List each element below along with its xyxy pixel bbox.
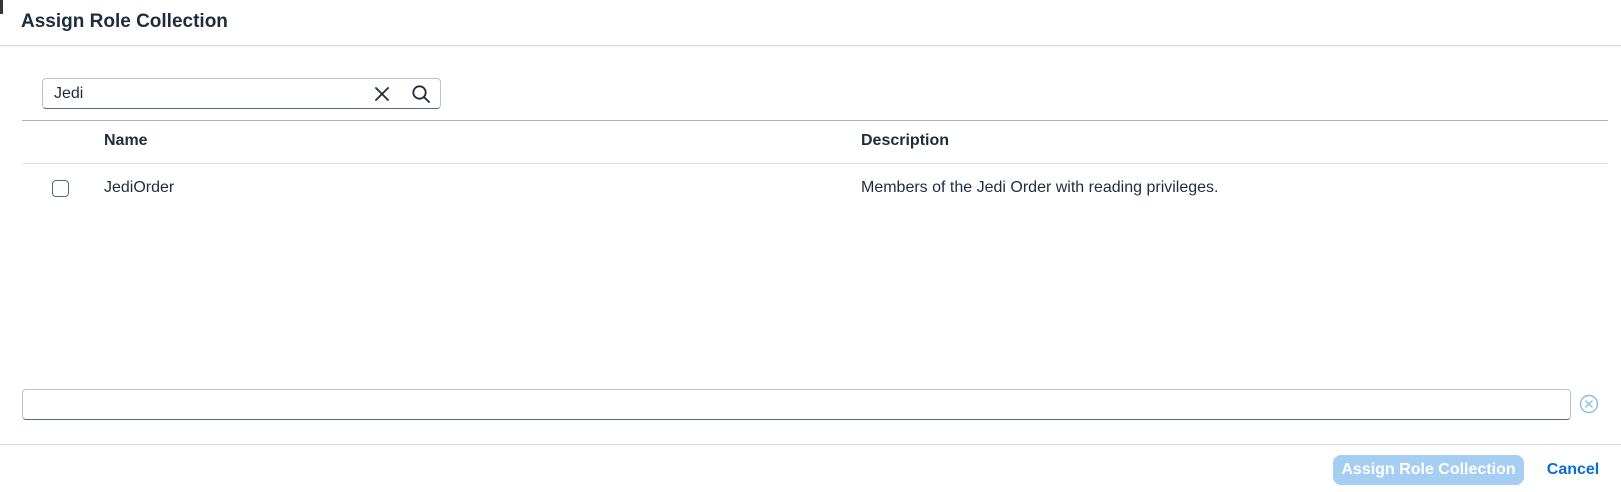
dialog-header: Assign Role Collection bbox=[0, 0, 1621, 46]
selected-tokens-field[interactable] bbox=[22, 389, 1571, 420]
dialog-title: Assign Role Collection bbox=[21, 11, 228, 32]
table-top-divider bbox=[22, 120, 1608, 121]
assign-role-collection-button[interactable]: Assign Role Collection bbox=[1333, 455, 1524, 485]
search-input[interactable] bbox=[54, 82, 354, 105]
table-row[interactable]: JediOrder Members of the Jedi Order with… bbox=[22, 164, 1608, 214]
column-header-description[interactable]: Description bbox=[861, 132, 949, 150]
dialog-footer: Assign Role Collection Cancel bbox=[0, 444, 1621, 492]
search-field[interactable] bbox=[42, 78, 441, 109]
column-header-name[interactable]: Name bbox=[104, 132, 148, 150]
role-collection-name: JediOrder bbox=[104, 179, 175, 196]
role-collection-description: Members of the Jedi Order with reading p… bbox=[861, 179, 1219, 196]
selected-tokens-input[interactable] bbox=[31, 394, 1551, 415]
cancel-button[interactable]: Cancel bbox=[1538, 455, 1608, 485]
search-icon[interactable] bbox=[409, 82, 433, 106]
assign-role-collection-dialog: Assign Role Collection Name Description … bbox=[0, 0, 1621, 492]
close-icon[interactable] bbox=[370, 82, 394, 106]
clear-circle-icon[interactable] bbox=[1578, 393, 1600, 415]
row-checkbox[interactable] bbox=[52, 180, 69, 197]
